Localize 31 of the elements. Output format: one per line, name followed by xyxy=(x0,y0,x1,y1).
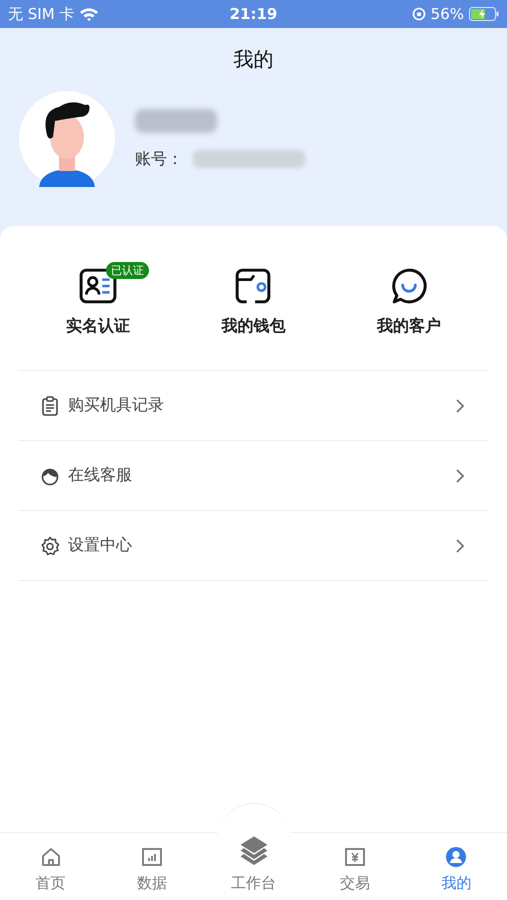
tab[interactable]: 交易 xyxy=(304,833,406,900)
chat-bubble-icon xyxy=(390,267,428,305)
home-icon xyxy=(40,846,62,868)
clipboard-icon xyxy=(40,396,60,416)
rotation-lock-icon xyxy=(412,7,426,21)
user-icon xyxy=(445,846,468,868)
page-title: 我的 xyxy=(232,46,274,73)
tab[interactable]: 数据 xyxy=(101,833,203,900)
tab[interactable]: 我的 xyxy=(406,833,507,900)
chevron-right-icon xyxy=(455,398,465,414)
chevron-right-icon xyxy=(455,468,465,484)
clock-text: 21:19 xyxy=(230,5,278,23)
carrier-text: 无 SIM 卡 xyxy=(8,4,74,24)
quick-action[interactable]: 我的客户 xyxy=(354,266,464,337)
menu-item[interactable]: 购买机具记录 xyxy=(18,371,489,441)
battery-percent-text: 56% xyxy=(430,5,464,23)
menu-item[interactable]: 设置中心 xyxy=(18,511,489,581)
wifi-icon xyxy=(79,7,100,21)
yen-receipt-icon xyxy=(344,846,366,868)
wallet-icon xyxy=(234,267,272,305)
verified-badge: 已认证 xyxy=(106,262,149,279)
bar-chart-icon xyxy=(141,846,164,868)
account-label: 账号： xyxy=(135,148,183,170)
tab[interactable]: 首页 xyxy=(0,833,102,900)
battery-icon xyxy=(469,7,499,21)
tab[interactable]: 工作台 xyxy=(202,833,304,900)
chevron-right-icon xyxy=(455,538,465,554)
avatar-icon xyxy=(19,91,115,187)
settings-icon xyxy=(40,536,60,556)
menu-item[interactable]: 在线客服 xyxy=(18,441,489,511)
quick-action[interactable]: 我的钱包 xyxy=(198,266,308,337)
